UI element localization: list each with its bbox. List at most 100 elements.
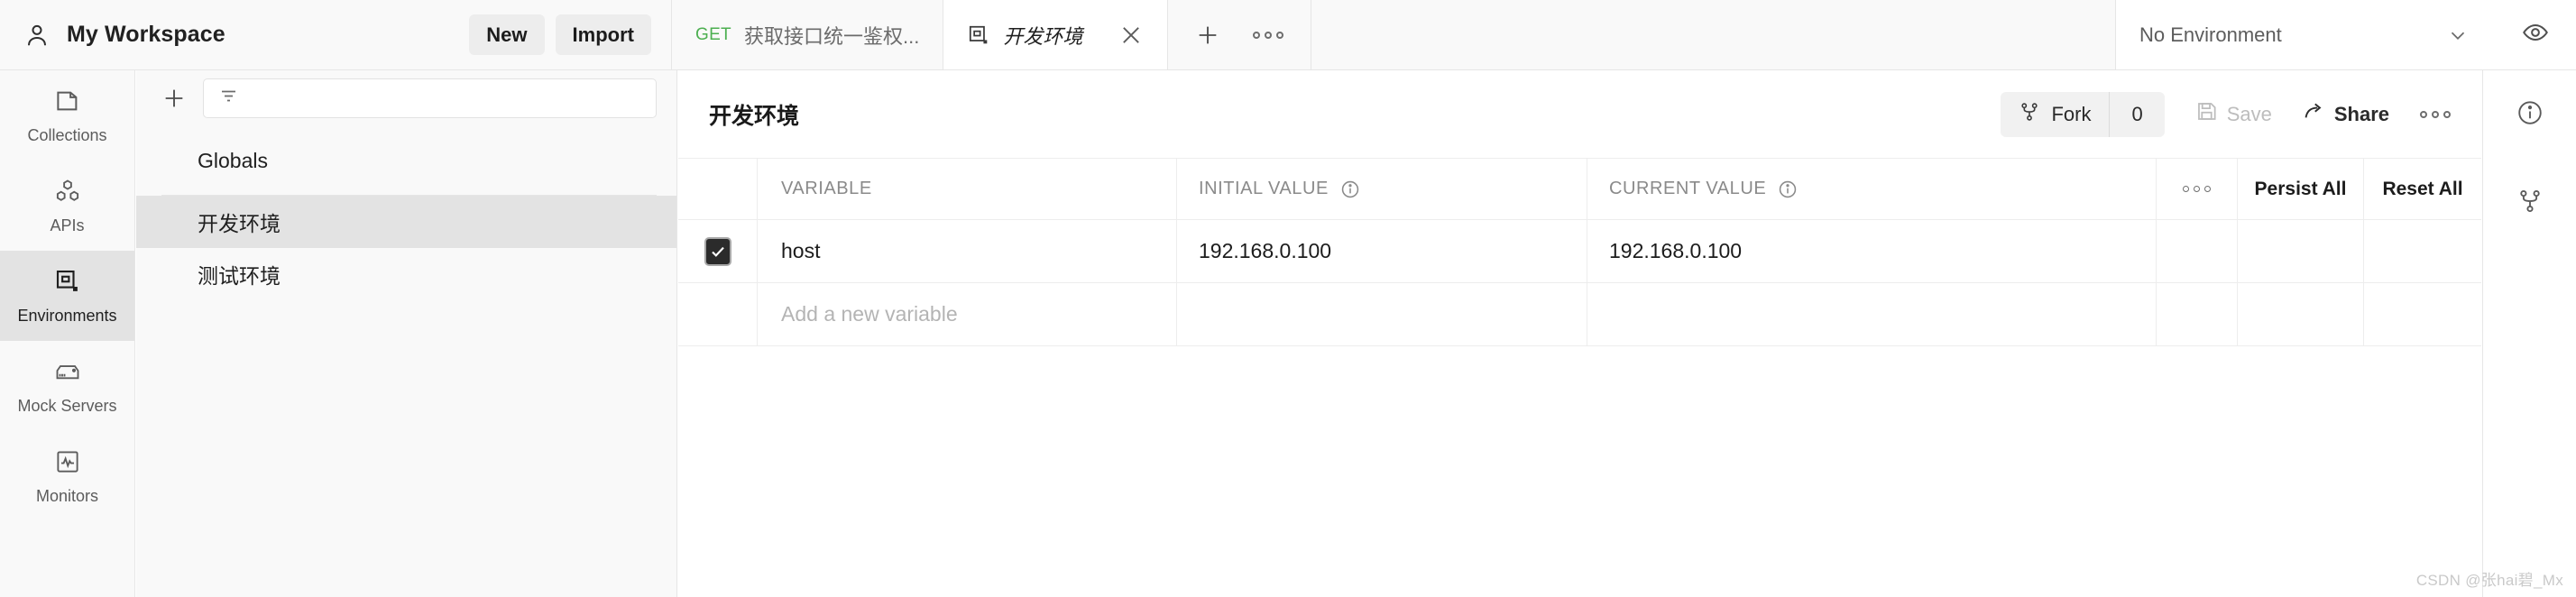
tab-title: 获取接口统一鉴权... <box>743 24 920 48</box>
info-circle-icon[interactable] <box>1778 179 1798 199</box>
monitors-icon <box>54 448 81 480</box>
tab-tools <box>1168 0 1312 69</box>
left-nav-rail: Collections APIs Environments Mock Serve… <box>0 70 135 597</box>
fork-count[interactable]: 0 <box>2109 91 2164 137</box>
sidebar-item-label: Environments <box>17 307 117 325</box>
environment-quick-look-button[interactable] <box>2495 0 2576 69</box>
sidebar-item-label: APIs <box>50 216 85 234</box>
workspace-block: My Workspace New Import <box>0 0 672 69</box>
tab-request-auth[interactable]: GET 获取接口统一鉴权... <box>672 0 944 69</box>
sidebar-item-monitors[interactable]: Monitors <box>0 431 134 521</box>
environments-item-test[interactable]: 测试环境 <box>136 248 676 300</box>
add-row-variable-cell[interactable]: Add a new variable <box>758 283 1177 345</box>
environments-list-panel: Globals 开发环境 测试环境 <box>136 70 677 597</box>
persist-all-label: Persist All <box>2254 178 2347 199</box>
workspace-title: My Workspace <box>67 22 225 47</box>
share-arrow-icon <box>2303 100 2325 128</box>
variables-table: VARIABLE INITIAL VALUE CURRENT VALUE Per… <box>678 159 2481 346</box>
fork-group[interactable]: Fork 0 <box>2001 91 2165 137</box>
environment-icon <box>967 23 990 47</box>
tab-more-options-icon[interactable] <box>1253 31 1284 39</box>
new-tab-icon[interactable] <box>1195 23 1220 48</box>
fork-branch-icon <box>2516 188 2544 219</box>
top-bar: My Workspace New Import GET 获取接口统一鉴权... <box>0 0 2576 70</box>
workspace-actions: New Import <box>469 14 671 56</box>
row-cell-current-value[interactable]: 192.168.0.100 <box>1587 220 2157 282</box>
postman-app-window: My Workspace New Import GET 获取接口统一鉴权... <box>0 0 2576 597</box>
add-row-spacer-persist <box>2238 283 2364 345</box>
tab-method-label: GET <box>695 24 731 44</box>
table-row: host 192.168.0.100 192.168.0.100 <box>678 220 2481 283</box>
environment-selector[interactable]: No Environment <box>2116 0 2495 69</box>
filter-icon <box>218 86 240 112</box>
current-value-text: 192.168.0.100 <box>1609 239 1743 262</box>
fork-button[interactable]: Fork <box>2001 92 2109 137</box>
fork-branch-icon <box>2019 100 2040 129</box>
add-row-current-value-cell[interactable] <box>1587 283 2157 345</box>
environments-item-dev[interactable]: 开发环境 <box>136 196 676 248</box>
right-rail-fork-button[interactable] <box>2483 159 2576 247</box>
import-button[interactable]: Import <box>555 14 651 56</box>
info-circle-icon <box>2516 99 2544 131</box>
new-button[interactable]: New <box>469 14 545 56</box>
environments-panel-header <box>136 70 676 126</box>
tab-strip-empty-space <box>1311 0 2116 69</box>
add-variable-placeholder: Add a new variable <box>781 302 958 326</box>
tab-title: 开发环境 <box>1003 24 1083 48</box>
create-environment-icon[interactable] <box>161 86 187 111</box>
row-checkbox-cell <box>678 220 758 282</box>
environments-filter-input[interactable] <box>203 78 657 118</box>
table-more-options-button[interactable] <box>2157 159 2238 219</box>
sidebar-item-label: Collections <box>27 126 107 144</box>
table-header-row: VARIABLE INITIAL VALUE CURRENT VALUE Per… <box>678 159 2481 220</box>
header-cell-checkbox <box>678 159 758 219</box>
mock-servers-icon <box>54 358 81 390</box>
apis-icon <box>54 178 81 209</box>
row-cell-initial-value[interactable]: 192.168.0.100 <box>1177 220 1587 282</box>
environments-icon <box>54 268 81 299</box>
row-cell-spacer-reset <box>2364 220 2481 282</box>
environments-item-globals[interactable]: Globals <box>136 126 676 195</box>
row-cell-spacer-dots <box>2157 220 2238 282</box>
save-button[interactable]: Save <box>2195 100 2272 128</box>
right-rail-info-button[interactable] <box>2483 70 2576 159</box>
main-content-area: 开发环境 Fork 0 Save Share VARIABLE INITIAL … <box>678 70 2481 597</box>
sidebar-item-environments[interactable]: Environments <box>0 251 134 341</box>
tab-environment-dev[interactable]: 开发环境 <box>943 0 1169 69</box>
collections-icon <box>54 87 81 119</box>
header-cell-variable: VARIABLE <box>758 159 1177 219</box>
sidebar-item-label: Mock Servers <box>17 397 117 415</box>
environment-more-options-icon[interactable] <box>2420 110 2451 118</box>
add-row-initial-value-cell[interactable] <box>1177 283 1587 345</box>
persist-all-button[interactable]: Persist All <box>2238 159 2364 219</box>
sidebar-item-apis[interactable]: APIs <box>0 161 134 251</box>
share-button[interactable]: Share <box>2303 100 2389 128</box>
column-header-initial-value: INITIAL VALUE <box>1199 179 1329 198</box>
right-nav-rail <box>2482 70 2576 597</box>
sidebar-item-label: Monitors <box>35 487 99 505</box>
table-more-options-icon <box>2183 186 2211 192</box>
reset-all-button[interactable]: Reset All <box>2364 159 2481 219</box>
column-header-current-value: CURRENT VALUE <box>1609 179 1767 198</box>
info-circle-icon[interactable] <box>1340 179 1360 199</box>
header-cell-initial-value: INITIAL VALUE <box>1177 159 1587 219</box>
user-avatar-icon <box>23 22 51 49</box>
row-enabled-checkbox[interactable] <box>704 236 731 266</box>
header-cell-current-value: CURRENT VALUE <box>1587 159 2157 219</box>
eye-icon <box>2522 19 2549 51</box>
table-add-row[interactable]: Add a new variable <box>678 283 2481 346</box>
reset-all-label: Reset All <box>2382 178 2463 199</box>
variable-name-value: host <box>781 239 821 262</box>
column-header-variable: VARIABLE <box>781 179 872 198</box>
row-cell-variable[interactable]: host <box>758 220 1177 282</box>
sidebar-item-mock-servers[interactable]: Mock Servers <box>0 341 134 431</box>
environment-header: 开发环境 Fork 0 Save Share <box>678 70 2481 159</box>
environment-selector-value: No Environment <box>2139 23 2282 46</box>
add-row-spacer-dots <box>2157 283 2238 345</box>
share-label: Share <box>2333 102 2389 125</box>
fork-label: Fork <box>2051 102 2092 125</box>
sidebar-item-collections[interactable]: Collections <box>0 70 134 161</box>
save-label: Save <box>2226 102 2272 125</box>
add-row-spacer-reset <box>2364 283 2481 345</box>
close-icon[interactable] <box>1118 23 1144 48</box>
